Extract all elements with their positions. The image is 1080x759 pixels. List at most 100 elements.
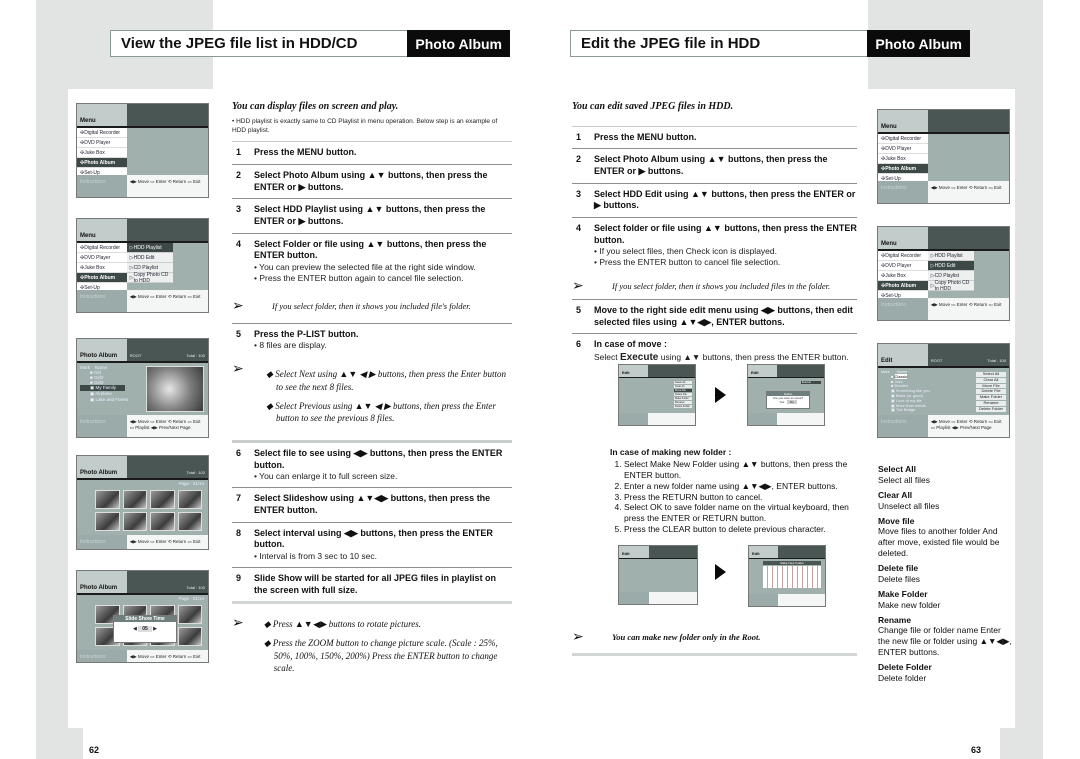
step: 2 Select Photo Album using ▲▼ buttons, th… — [232, 165, 512, 200]
tv-screen-main-menu: Menu ✣ Digital Recorder ✣ DVD Player ✣ J… — [877, 109, 1010, 204]
tv-screen-edit-list: Edit — [618, 545, 698, 605]
screen-label: Photo Album — [77, 456, 127, 478]
step: 3 Select HDD Playlist using ▲▼ buttons, t… — [232, 199, 512, 234]
arrow-icon: ➢ — [232, 360, 244, 377]
tv-screen-slideshow-time: Photo Album Total : 100 Page : 01/14 Slid… — [76, 570, 209, 663]
definition-desc: Select all files — [878, 474, 930, 485]
tv-screen-submenu: Menu ✣ Digital Recorder ✣ DVD Player ✣ J… — [877, 226, 1010, 321]
screen-label: Menu — [77, 219, 127, 241]
note: ➢ If you select folder, then it shows you… — [232, 289, 512, 324]
virtual-keyboard-title: Make New Folder — [763, 561, 821, 565]
page-title: View the JPEG file list in HDD/CD — [121, 35, 358, 52]
step: 5 Press the P-LIST button. • 8 files are d… — [236, 328, 359, 351]
arrow-icon: ➢ — [232, 614, 244, 631]
tv-screen-thumbnails: Photo AlbumTotal : 102 Page : 01/14 Name… — [76, 455, 209, 550]
arrow-right-icon — [715, 387, 726, 403]
right-instructions: You can edit saved JPEG files in HDD. 1P… — [572, 101, 857, 369]
screen-label: Menu — [77, 104, 127, 126]
note-bullet: ◆ Select Next using ▲▼ ◀ ▶ buttons, then… — [266, 369, 506, 393]
tv-screen-file-list: Photo Album ROOT Total : 100 Mark Name ■ G… — [76, 338, 209, 438]
definition-term: Delete Folder — [878, 662, 932, 672]
screen-label: Photo Album — [77, 571, 127, 593]
section-tag: Photo Album — [407, 30, 510, 57]
step: 4 Select folder or file using ▲▼ buttons,… — [576, 222, 857, 268]
definition-term: Make Folder — [878, 588, 928, 599]
step: 7 Select Slideshow using ▲▼◀▶ buttons, th… — [232, 488, 512, 523]
page-margin-band — [36, 728, 83, 759]
submenu-item: ▷ Copy Photo CD to HDD — [126, 272, 173, 284]
note-bullet: ◆ Press the ZOOM button to change pictur… — [263, 638, 498, 674]
note-bullet: ◆ Select Previous using ▲▼ ◀ ▶ buttons, … — [266, 400, 496, 424]
definition-term: Select All — [878, 464, 916, 474]
note: ➢ ◆ Select Next using ▲▼ ◀ ▶ buttons, th… — [232, 356, 512, 430]
step: 4 Select Folder or file using ▲▼ buttons,… — [236, 238, 487, 284]
definition-term: Delete file — [878, 563, 919, 573]
new-folder-steps: In case of making new folder : Select Ma… — [610, 447, 860, 535]
menu-item: ✣ Juke Box — [77, 263, 127, 273]
new-folder-heading: In case of making new folder : — [610, 447, 732, 457]
menu-item: ✣ Digital Recorder — [77, 128, 127, 138]
definition-desc: Delete files — [878, 573, 921, 584]
definition-term: Move file — [878, 515, 915, 526]
step: 9 Slide Show will be started for all JPEG… — [232, 568, 512, 605]
note-bullet: ◆ Press ▲▼◀▶ buttons to rotate pictures. — [263, 619, 422, 630]
page-number: 63 — [971, 745, 982, 755]
step: 6 Select file to see using ◀▶ buttons, th… — [232, 443, 512, 489]
note: ➢ You can make new folder only in the Ro… — [572, 620, 857, 656]
footer-keys: ◀▶ Move ▭ Enter ⟲ Return ▭ Exit — [126, 290, 208, 312]
intro-note: • HDD playlist is exactly same to CD Pla… — [232, 117, 498, 134]
menu-item: ✣ Juke Box — [77, 148, 127, 158]
new-folder-step: Press the CLEAR button to delete previou… — [624, 524, 860, 535]
step: 1 Press the MENU button. — [572, 125, 857, 150]
note: ➢ ◆ Press ▲▼◀▶ buttons to rotate picture… — [232, 604, 512, 680]
arrow-icon: ➢ — [232, 297, 244, 314]
definition-desc: Unselect all files — [878, 500, 940, 511]
screen-label: Photo Album — [77, 339, 127, 361]
arrow-icon: ➢ — [572, 277, 584, 294]
submenu-item: ▷ HDD Edit — [126, 253, 173, 263]
footer-keys: ◀▶ Move ▭ Enter ⟲ Return ▭ Exit — [126, 175, 208, 197]
confirm-dialog: Notice Are you sure to move? Yes No — [766, 391, 810, 409]
preview-image — [146, 366, 204, 412]
tv-screen-edit: Edit ROOT Total : 100 Mark Name ■ Classic … — [877, 343, 1010, 438]
intro-title: You can edit saved JPEG files in HDD. — [572, 101, 734, 112]
step: 8 Select interval using ◀▶ buttons, then … — [232, 523, 512, 569]
step: 5 Move to the right side edit menu using … — [572, 300, 857, 335]
section-tag: Photo Album — [867, 30, 970, 57]
page-number: 62 — [89, 745, 100, 755]
intro-title: You can display files on screen and play… — [232, 101, 399, 112]
arrow-icon: ➢ — [572, 628, 584, 644]
page-margin-band — [1000, 728, 1043, 759]
step: 3 Select HDD Edit using ▲▼ buttons, then … — [572, 184, 857, 218]
step: 1 Press the MENU button. — [232, 141, 512, 166]
tv-screen-make-new-folder: Edit Make New Folder — [748, 545, 826, 607]
menu-item: ✣ Digital Recorder — [77, 243, 127, 253]
left-instructions: You can display files on screen and play… — [232, 101, 512, 681]
definition-term: Clear All — [878, 489, 913, 500]
new-folder-step: Select OK to save folder name on the vir… — [624, 502, 860, 524]
submenu-item-selected: ▷ HDD Playlist — [126, 243, 173, 253]
tv-screen-edit-confirm: Edit Execute Notice Are you sure to move… — [747, 364, 825, 426]
step: 2 Select Photo Album using ▲▼ buttons, th… — [572, 149, 857, 184]
left-page-header: View the JPEG file list in HDD/CD Photo … — [110, 30, 510, 57]
definition-term: Rename — [878, 614, 912, 625]
definition-desc: Delete folder — [878, 672, 927, 683]
tv-screen-main-menu: Menu ✣ Digital Recorder ✣ DVD Player ✣ J… — [76, 103, 209, 198]
arrow-right-icon — [715, 564, 726, 580]
page-margin-band — [36, 0, 68, 759]
menu-item: ✣ DVD Player — [77, 253, 127, 263]
definition-desc: Move files to another folder And after m… — [878, 526, 1000, 559]
definition-desc: Make new folder — [878, 599, 941, 610]
tv-screen-submenu: Menu ✣ Digital Recorder ✣ DVD Player ✣ J… — [76, 218, 209, 313]
slide-show-time-dialog: Slide Show Time ◀ 05 ▶ — [113, 615, 177, 643]
new-folder-step: Enter a new folder name using ▲▼◀▶, ENTE… — [624, 481, 860, 492]
new-folder-step: Press the RETURN button to cancel. — [624, 492, 860, 503]
instructions-label: Instructions — [77, 290, 127, 312]
definition-desc: Change file or folder name Enter the new… — [878, 625, 1012, 658]
instructions-label: Instructions — [77, 175, 127, 197]
menu-item-selected: ✣ Photo Album — [77, 273, 127, 283]
tv-screen-edit-move: Edit Select All Clear All Move File Dele… — [618, 364, 696, 426]
instructions-label: Instructions — [77, 415, 127, 437]
virtual-keyboard — [763, 566, 821, 588]
menu-item-selected: ✣ Photo Album — [77, 158, 127, 168]
